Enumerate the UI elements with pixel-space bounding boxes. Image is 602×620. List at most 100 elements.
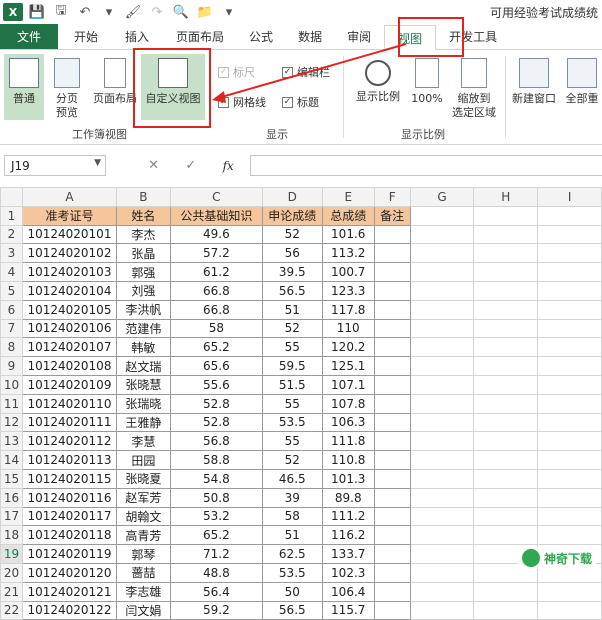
empty-cell[interactable] — [473, 243, 539, 264]
empty-cell[interactable] — [537, 356, 602, 376]
row-header[interactable]: 1 — [0, 205, 23, 226]
data-cell[interactable]: 10124020119 — [21, 544, 117, 564]
data-cell[interactable]: 10124020109 — [21, 374, 117, 395]
data-cell[interactable]: 张晓慧 — [115, 374, 171, 395]
data-cell[interactable]: 52 — [261, 318, 323, 339]
data-cell[interactable]: 54.8 — [169, 468, 263, 489]
data-cell[interactable]: 刘强 — [115, 280, 171, 301]
column-header[interactable]: I — [537, 187, 602, 207]
data-cell[interactable]: 100.7 — [321, 262, 375, 282]
row-header[interactable]: 11 — [0, 393, 23, 414]
row-header[interactable]: 13 — [0, 431, 23, 452]
empty-cell[interactable] — [409, 600, 475, 620]
data-cell[interactable]: 55 — [261, 393, 323, 414]
data-cell[interactable] — [373, 581, 411, 602]
empty-cell[interactable] — [537, 431, 602, 452]
tab-home[interactable]: 开始 — [58, 24, 111, 49]
header-cell[interactable]: 申论成绩 — [261, 205, 323, 226]
empty-cell[interactable] — [537, 280, 602, 301]
normal-view-button[interactable]: 普通 — [4, 54, 44, 120]
custom-views-button[interactable]: 自定义视图 — [141, 54, 205, 120]
data-cell[interactable]: 李志雄 — [115, 581, 171, 602]
empty-cell[interactable] — [473, 337, 539, 358]
new-window-button[interactable]: 新建窗口 — [508, 54, 560, 120]
page-break-preview-button[interactable]: 分页 预览 — [48, 54, 86, 120]
data-cell[interactable]: 89.8 — [321, 487, 375, 508]
data-cell[interactable]: 65.2 — [169, 337, 263, 358]
empty-cell[interactable] — [473, 468, 539, 489]
data-cell[interactable]: 110.8 — [321, 450, 375, 470]
data-cell[interactable]: 53.2 — [169, 506, 263, 527]
open-folder-icon[interactable]: 📁 — [195, 3, 215, 21]
empty-cell[interactable] — [473, 374, 539, 395]
data-cell[interactable]: 10124020107 — [21, 337, 117, 358]
column-header[interactable]: H — [473, 187, 539, 207]
empty-cell[interactable] — [537, 243, 602, 264]
data-cell[interactable] — [373, 318, 411, 339]
chevron-down-icon[interactable]: ▼ — [94, 158, 101, 168]
data-cell[interactable]: 55 — [261, 431, 323, 452]
empty-cell[interactable] — [537, 506, 602, 527]
data-cell[interactable]: 58.8 — [169, 450, 263, 470]
data-cell[interactable]: 52 — [261, 224, 323, 245]
data-cell[interactable]: 55.6 — [169, 374, 263, 395]
column-header[interactable]: F — [373, 187, 411, 207]
column-header[interactable]: B — [115, 187, 171, 207]
data-cell[interactable]: 71.2 — [169, 544, 263, 564]
data-cell[interactable]: 106.3 — [321, 412, 375, 433]
data-cell[interactable]: 范建伟 — [115, 318, 171, 339]
data-cell[interactable]: 59.2 — [169, 600, 263, 620]
row-header[interactable]: 22 — [0, 600, 23, 620]
data-cell[interactable] — [373, 525, 411, 546]
data-cell[interactable]: 58 — [169, 318, 263, 339]
row-header[interactable]: 21 — [0, 581, 23, 602]
column-header[interactable]: C — [169, 187, 263, 207]
data-cell[interactable]: 10124020104 — [21, 280, 117, 301]
data-cell[interactable] — [373, 544, 411, 564]
row-header[interactable]: 2 — [0, 224, 23, 245]
data-cell[interactable]: 50 — [261, 581, 323, 602]
data-cell[interactable]: 李慧 — [115, 431, 171, 452]
data-cell[interactable]: 10124020111 — [21, 412, 117, 433]
empty-cell[interactable] — [409, 318, 475, 339]
data-cell[interactable]: 51 — [261, 525, 323, 546]
empty-cell[interactable] — [537, 318, 602, 339]
empty-cell[interactable] — [537, 205, 602, 226]
data-cell[interactable] — [373, 506, 411, 527]
data-cell[interactable] — [373, 262, 411, 282]
empty-cell[interactable] — [473, 487, 539, 508]
empty-cell[interactable] — [537, 600, 602, 620]
data-cell[interactable]: 10124020116 — [21, 487, 117, 508]
data-cell[interactable]: 125.1 — [321, 356, 375, 376]
save-icon[interactable]: 💾 — [27, 3, 47, 21]
empty-cell[interactable] — [409, 487, 475, 508]
empty-cell[interactable] — [409, 356, 475, 376]
data-cell[interactable]: 闫文娟 — [115, 600, 171, 620]
data-cell[interactable]: 56 — [261, 243, 323, 264]
tab-page-layout[interactable]: 页面布局 — [162, 24, 237, 49]
formula-bar-checkbox[interactable]: ✓ 编辑栏 — [282, 64, 330, 80]
data-cell[interactable]: 56.8 — [169, 431, 263, 452]
undo-dropdown-icon[interactable]: ▾ — [99, 3, 119, 21]
row-header[interactable]: 6 — [0, 299, 23, 320]
data-cell[interactable]: 106.4 — [321, 581, 375, 602]
data-cell[interactable] — [373, 224, 411, 245]
data-cell[interactable]: 张晓夏 — [115, 468, 171, 489]
data-cell[interactable]: 111.8 — [321, 431, 375, 452]
page-layout-view-button[interactable]: 页面布局 — [89, 54, 141, 120]
format-painter-icon[interactable]: 🖌 — [123, 3, 143, 21]
tab-formulas[interactable]: 公式 — [237, 24, 286, 49]
row-header[interactable]: 16 — [0, 487, 23, 508]
empty-cell[interactable] — [409, 412, 475, 433]
data-cell[interactable]: 59.5 — [261, 356, 323, 376]
row-header[interactable]: 19 — [0, 544, 23, 564]
empty-cell[interactable] — [409, 450, 475, 470]
data-cell[interactable]: 110 — [321, 318, 375, 339]
header-cell[interactable]: 准考证号 — [21, 205, 117, 226]
data-cell[interactable]: 50.8 — [169, 487, 263, 508]
empty-cell[interactable] — [473, 224, 539, 245]
zoom-to-selection-button[interactable]: 缩放到 选定区域 — [446, 54, 502, 120]
data-cell[interactable]: 10124020108 — [21, 356, 117, 376]
empty-cell[interactable] — [473, 280, 539, 301]
customize-dropdown-icon[interactable]: ▾ — [219, 3, 239, 21]
